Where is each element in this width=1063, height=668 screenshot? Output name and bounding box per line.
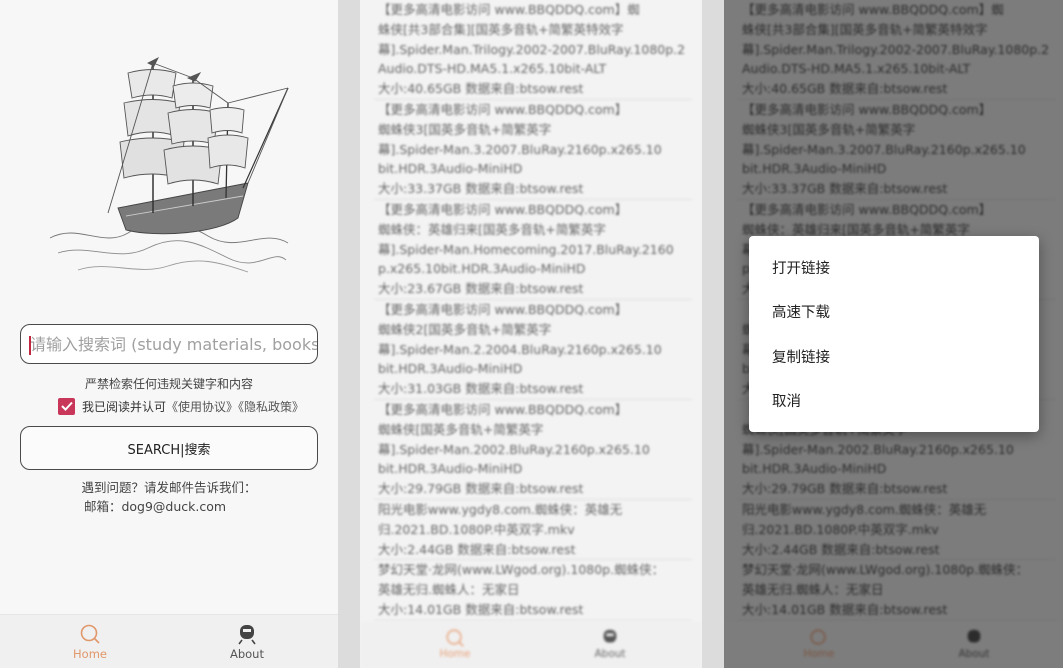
result-title-line: 蜘蛛侠2[国英多音轨+简繁英字 <box>378 321 552 337</box>
result-item[interactable]: 【更多高清电影访问 www.BBQDDQ.com】 蜘蛛侠3[国英多音轨+简繁英字… <box>374 100 692 200</box>
nav-about[interactable]: About <box>585 628 635 660</box>
menu-cancel[interactable]: 取消 <box>749 379 1039 424</box>
nav-home[interactable]: Home <box>430 628 480 660</box>
results-screen: 【更多高清电影访问 www.BBQDDQ.com】蜘 蛛侠[共3部合集][国英多音… <box>360 0 702 668</box>
context-menu: 打开链接 高速下载 复制链接 取消 <box>749 236 1039 432</box>
result-title-line: 蜘蛛侠3[国英多音轨+简繁英字 <box>378 121 552 137</box>
result-size-source: 大小:31.03GB 数据来自:btsow.rest <box>378 381 584 397</box>
result-title-line: 【更多高清电影访问 www.BBQDDQ.com】 <box>378 301 628 317</box>
result-title-line: 【更多高清电影访问 www.BBQDDQ.com】 <box>378 401 628 417</box>
result-title-line: 幕].Spider-Man.2002.BluRay.2160p.x265.10 <box>378 441 650 457</box>
result-title-line: 【更多高清电影访问 www.BBQDDQ.com】 <box>378 201 628 217</box>
bottom-nav: Home About <box>360 622 702 668</box>
menu-fast-download[interactable]: 高速下载 <box>749 290 1039 335</box>
result-title-line: 蛛侠[共3部合集][国英多音轨+简繁英特效字 <box>378 21 624 37</box>
train-icon <box>238 625 256 645</box>
result-size-source: 大小:2.44GB 数据来自:btsow.rest <box>378 541 576 557</box>
result-item[interactable]: 【更多高清电影访问 www.BBQDDQ.com】蜘蛛侠[国英多音轨+简繁英字幕… <box>374 400 692 500</box>
result-title-line: 归.2021.BD.1080P.中英双字.mkv <box>378 521 575 537</box>
result-item[interactable]: 阳光电影www.ygdy8.com.蜘蛛侠：英雄无 归.2021.BD.1080P… <box>374 500 692 561</box>
agreement-checkbox[interactable] <box>58 397 75 415</box>
result-title-line: 幕].Spider-Man.Homecoming.2017.BluRay.216… <box>378 241 674 257</box>
result-size-source: 大小:33.37GB 数据来自:btsow.rest <box>378 181 584 197</box>
nav-about[interactable]: About <box>217 623 277 661</box>
home-screen: 严禁检索任何违规关键字和内容 我已阅读并认可《使用协议》《隐私政策》 SEARC… <box>0 0 338 668</box>
result-title-line: 英雄无归.蜘蛛人：无家日 <box>378 582 520 598</box>
train-icon <box>603 629 617 643</box>
search-icon <box>446 629 464 647</box>
contact-email: 邮箱：dog9@duck.com <box>83 499 227 514</box>
checkmark-icon <box>60 401 73 411</box>
search-input-box[interactable] <box>20 324 318 364</box>
result-title-line: 蜘蛛侠：英雄归来[国英多音轨+简繁英字 <box>378 221 606 237</box>
result-item[interactable]: 【更多高清电影访问 www.BBQDDQ.com】蜘 蛛侠[共3部合集][国英多音… <box>374 0 692 100</box>
result-size-source: 大小:40.65GB 数据来自:btsow.rest <box>378 81 584 97</box>
result-title-line: p.x265.10bit.HDR.3Audio-MiniHD <box>378 261 586 277</box>
search-button[interactable]: SEARCH|搜索 <box>20 426 318 470</box>
result-title-line: 阳光电影www.ygdy8.com.蜘蛛侠：英雄无 <box>378 501 623 517</box>
result-title-line: bit.HDR.3Audio-MiniHD <box>378 461 523 477</box>
sailing-ship-illustration <box>49 56 289 273</box>
result-title-line: bit.HDR.3Audio-MiniHD <box>378 361 523 377</box>
result-item[interactable]: 梦幻天堂·龙网(www.LWgod.org).1080p.蜘蛛侠： 英雄无归.蜘蛛… <box>374 560 692 621</box>
result-item[interactable]: 【更多高清电影访问 www.BBQDDQ.com】 蜘蛛侠：英雄归来[国英多音轨+… <box>374 200 692 300</box>
nav-about-label: About <box>594 648 626 660</box>
text-cursor <box>29 336 31 355</box>
search-icon <box>80 624 100 644</box>
search-input[interactable] <box>21 325 317 363</box>
agreement-label: 我已阅读并认可 <box>82 399 167 414</box>
bottom-nav: Home About <box>0 614 338 668</box>
result-title-line: bit.HDR.3Audio-MiniHD <box>378 161 523 177</box>
result-title-line: Audio.DTS-HD.MA5.1.x265.10bit-ALT <box>378 61 607 77</box>
menu-copy-link[interactable]: 复制链接 <box>749 334 1039 379</box>
result-title-line: 幕].Spider-Man.2.2004.BluRay.2160p.x265.1… <box>378 341 662 357</box>
help-text: 遇到问题？请发邮件告诉我们： <box>81 480 257 495</box>
nav-home-label: Home <box>439 648 471 660</box>
result-item[interactable]: 【更多高清电影访问 www.BBQDDQ.com】蜘蛛侠2[国英多音轨+简繁英字… <box>374 300 692 400</box>
result-title-line: 蜘蛛侠[国英多音轨+简繁英字 <box>378 421 544 437</box>
warning-text: 严禁检索任何违规关键字和内容 <box>84 377 253 391</box>
result-size-source: 大小:14.01GB 数据来自:btsow.rest <box>378 601 584 617</box>
agreement-links[interactable]: 《使用协议》《隐私政策》 <box>166 400 304 414</box>
result-size-source: 大小:23.67GB 数据来自:btsow.rest <box>378 281 584 297</box>
result-title-line: 幕].Spider.Man.Trilogy.2002-2007.BluRay.1… <box>378 41 686 57</box>
nav-home[interactable]: Home <box>60 623 120 661</box>
agreement-row: 我已阅读并认可《使用协议》《隐私政策》 <box>58 397 304 415</box>
results-screen-context-menu: 【更多高清电影访问 www.BBQDDQ.com】蜘 蛛侠[共3部合集][国英多音… <box>724 0 1063 668</box>
result-size-source: 大小:29.79GB 数据来自:btsow.rest <box>378 481 584 497</box>
nav-about-label: About <box>229 647 264 661</box>
result-title-line: 幕].Spider-Man.3.2007.BluRay.2160p.x265.1… <box>378 141 662 157</box>
result-title-line: 【更多高清电影访问 www.BBQDDQ.com】蜘 <box>378 2 640 17</box>
result-title-line: 【更多高清电影访问 www.BBQDDQ.com】 <box>378 101 628 117</box>
nav-home-label: Home <box>73 647 107 661</box>
results-list: 【更多高清电影访问 www.BBQDDQ.com】蜘 蛛侠[共3部合集][国英多音… <box>374 0 692 621</box>
result-title-line: 梦幻天堂·龙网(www.LWgod.org).1080p.蜘蛛侠： <box>378 562 665 578</box>
menu-open-link[interactable]: 打开链接 <box>749 245 1039 290</box>
